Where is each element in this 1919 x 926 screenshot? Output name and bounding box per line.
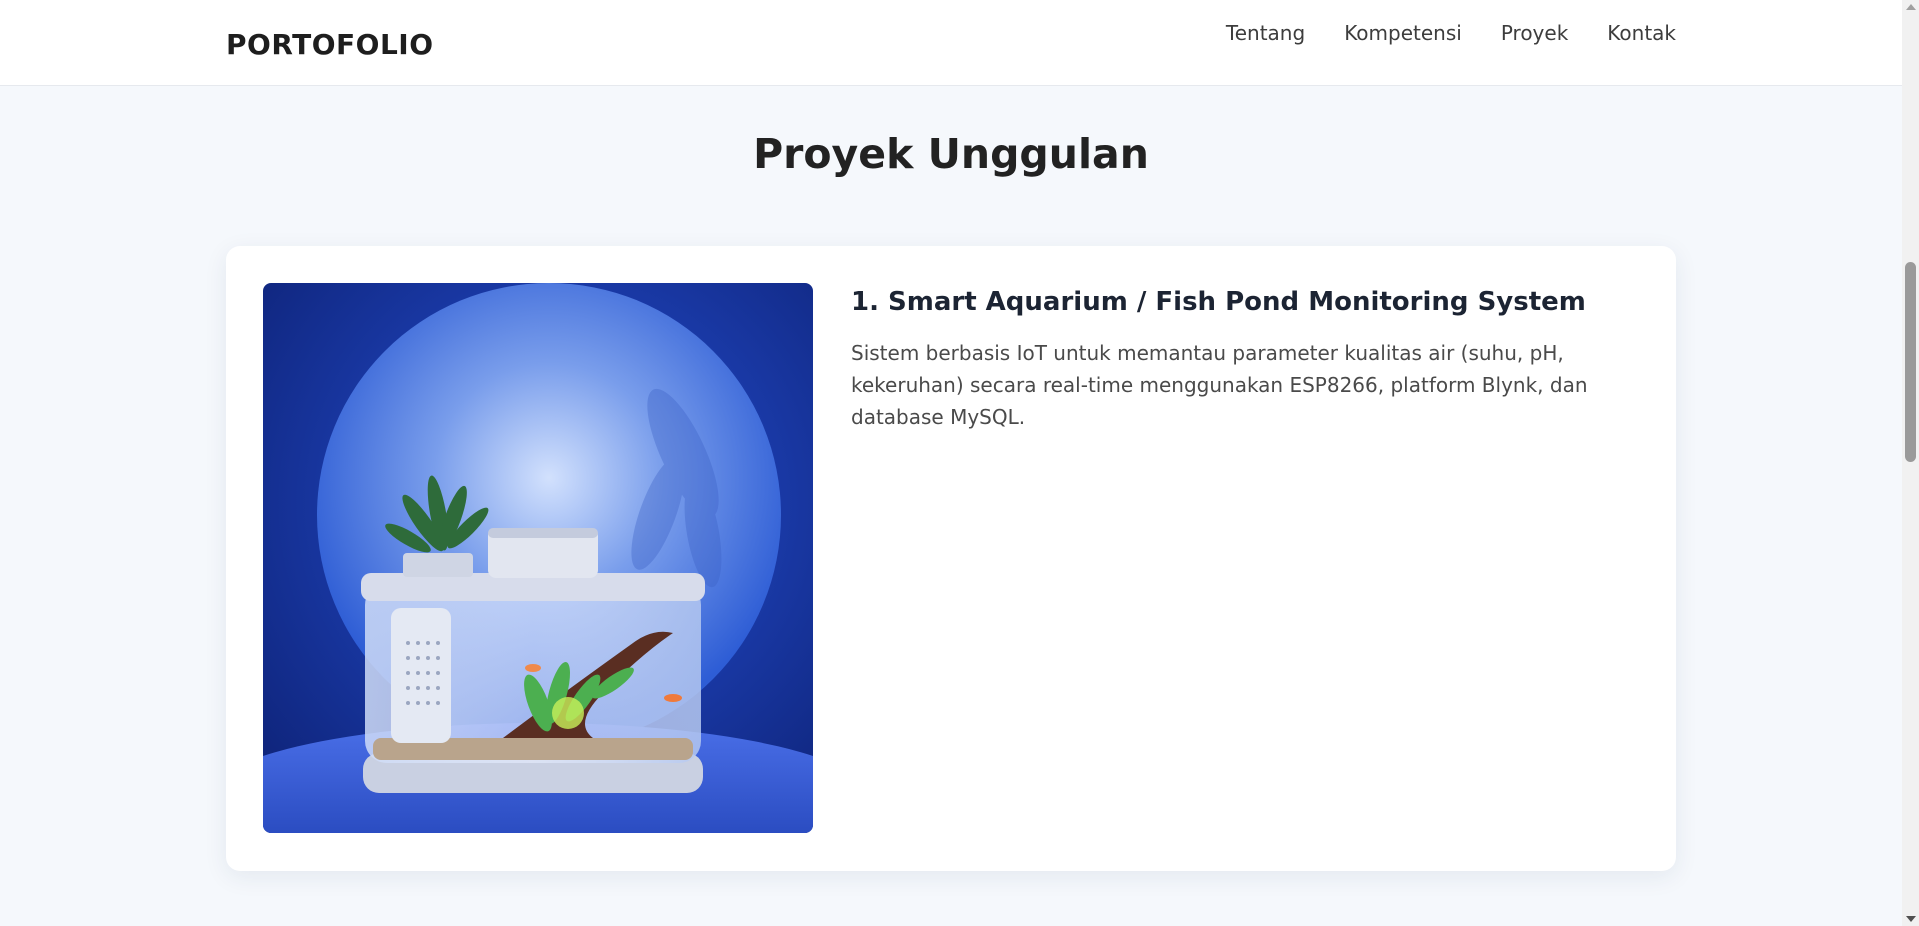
- scroll-up-arrow-icon[interactable]: [1906, 4, 1916, 10]
- project-title: 1. Smart Aquarium / Fish Pond Monitoring…: [851, 287, 1586, 317]
- project-card: 1. Smart Aquarium / Fish Pond Monitoring…: [226, 246, 1676, 871]
- page: PORTOFOLIO Tentang Kompetensi Proyek Kon…: [0, 0, 1919, 926]
- nav-link-kontak[interactable]: Kontak: [1607, 21, 1676, 45]
- site-header: PORTOFOLIO Tentang Kompetensi Proyek Kon…: [0, 0, 1902, 86]
- project-description: Sistem berbasis IoT untuk memantau param…: [851, 341, 1588, 429]
- section-title: Proyek Unggulan: [753, 130, 1149, 178]
- project-image: [263, 283, 813, 833]
- site-logo[interactable]: PORTOFOLIO: [226, 28, 434, 61]
- page-scrollbar[interactable]: [1902, 0, 1919, 926]
- main-nav: Tentang Kompetensi Proyek Kontak: [1226, 21, 1676, 45]
- scroll-down-arrow-icon[interactable]: [1906, 916, 1916, 922]
- nav-link-tentang[interactable]: Tentang: [1226, 21, 1305, 45]
- scroll-thumb[interactable]: [1905, 262, 1916, 462]
- aquarium-photo-icon: [263, 283, 813, 833]
- nav-link-proyek[interactable]: Proyek: [1501, 21, 1568, 45]
- nav-link-kompetensi[interactable]: Kompetensi: [1344, 21, 1462, 45]
